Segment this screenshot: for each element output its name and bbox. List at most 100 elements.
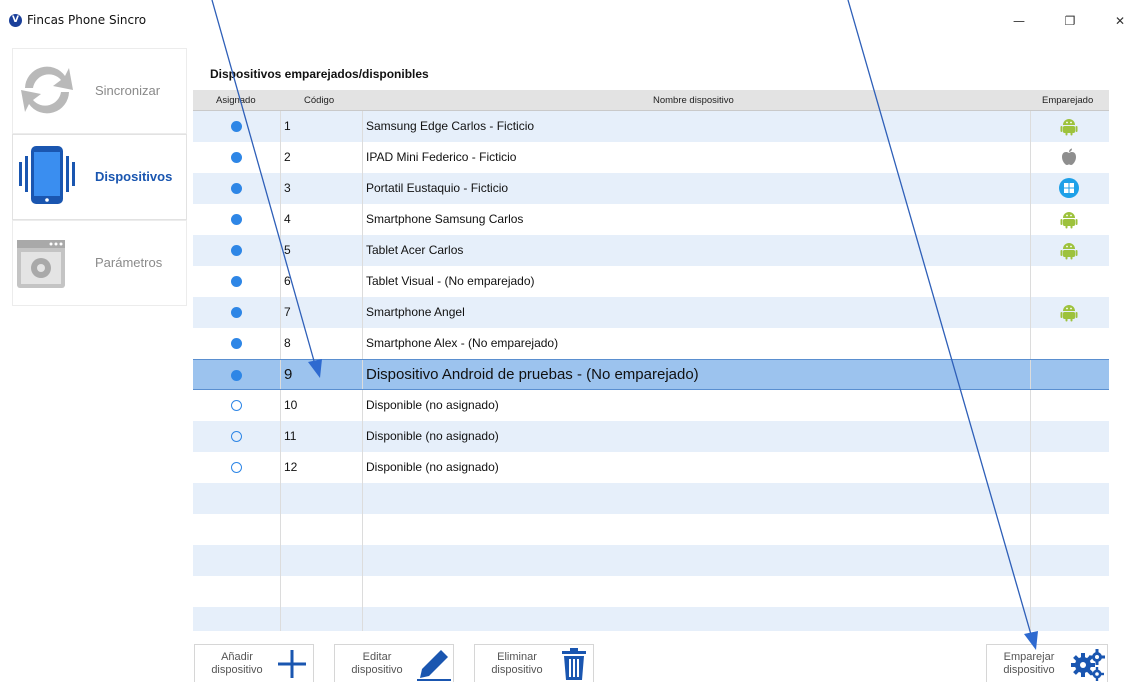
delete-device-button[interactable]: Eliminar dispositivo (474, 644, 594, 682)
column-divider (362, 545, 363, 576)
table-row[interactable]: 1 Samsung Edge Carlos - Ficticio (193, 111, 1109, 142)
device-name: Smartphone Angel (366, 305, 465, 319)
button-label-line2: dispositivo (1003, 664, 1055, 676)
assigned-dot-icon (231, 307, 242, 318)
table-row[interactable]: 10 Disponible (no asignado) (193, 390, 1109, 421)
column-header-code[interactable]: Código (304, 95, 334, 106)
device-name: Disponible (no asignado) (366, 429, 499, 443)
column-divider (1030, 328, 1031, 359)
device-name: Disponible (no asignado) (366, 398, 499, 412)
column-divider (1030, 483, 1031, 514)
device-name: Portatil Eustaquio - Ficticio (366, 181, 509, 195)
column-header-paired[interactable]: Emparejado (1042, 95, 1093, 106)
column-divider (362, 360, 363, 389)
sidebar-item-label: Sincronizar (95, 83, 161, 98)
device-name: Smartphone Samsung Carlos (366, 212, 524, 226)
column-divider (280, 297, 281, 328)
device-code: 3 (284, 181, 291, 195)
column-divider (280, 545, 281, 576)
column-divider (362, 235, 363, 266)
column-divider (362, 111, 363, 142)
empty-table-row (193, 607, 1109, 631)
table-row[interactable]: 12 Disponible (no asignado) (193, 452, 1109, 483)
assigned-dot-icon (231, 370, 242, 381)
button-label-line2: dispositivo (211, 664, 263, 676)
app-window: V Fincas Phone Sincro — ❐ ✕ Sincronizar (0, 0, 1137, 682)
table-row[interactable]: 8 Smartphone Alex - (No emparejado) (193, 328, 1109, 359)
table-row[interactable]: 7 Smartphone Angel (193, 297, 1109, 328)
assigned-dot-icon (231, 214, 242, 225)
table-row[interactable]: 4 Smartphone Samsung Carlos (193, 204, 1109, 235)
column-divider (1030, 266, 1031, 297)
device-code: 9 (284, 366, 293, 383)
empty-table-row (193, 514, 1109, 545)
column-divider (362, 607, 363, 631)
close-button[interactable]: ✕ (1105, 10, 1135, 32)
table-row[interactable]: 2 IPAD Mini Federico - Ficticio (193, 142, 1109, 173)
button-label: Emparejar dispositivo (997, 651, 1061, 677)
column-divider (280, 111, 281, 142)
android-icon (1060, 305, 1078, 322)
sidebar: Sincronizar Dispositivos Parámetros (12, 48, 187, 306)
button-label: Añadir dispositivo (205, 651, 269, 677)
device-name: Samsung Edge Carlos - Ficticio (366, 119, 535, 133)
minimize-button[interactable]: — (1004, 10, 1034, 32)
table-row[interactable]: 9 Dispositivo Android de pruebas - (No em… (193, 359, 1109, 390)
button-label: Eliminar dispositivo (485, 651, 549, 677)
trash-icon (562, 648, 586, 680)
table-row[interactable]: 6 Tablet Visual - (No emparejado) (193, 266, 1109, 297)
unassigned-dot-icon (231, 400, 242, 411)
column-divider (280, 204, 281, 235)
button-label-line1: Añadir (221, 651, 253, 663)
pair-device-button[interactable]: Emparejar dispositivo (986, 644, 1108, 682)
table-row[interactable]: 3 Portatil Eustaquio - Ficticio (193, 173, 1109, 204)
column-divider (1030, 421, 1031, 452)
column-divider (1030, 142, 1031, 173)
sidebar-item-label: Dispositivos (95, 169, 173, 184)
sidebar-item-sincronizar[interactable]: Sincronizar (12, 48, 187, 134)
column-header-assigned[interactable]: Asignado (216, 95, 256, 106)
device-code: 12 (284, 460, 298, 474)
device-code: 5 (284, 243, 291, 257)
pencil-icon (417, 650, 451, 681)
unassigned-dot-icon (231, 431, 242, 442)
sidebar-item-parametros[interactable]: Parámetros (12, 220, 187, 306)
column-divider (1030, 235, 1031, 266)
edit-device-button[interactable]: Editar dispositivo (334, 644, 454, 682)
device-code: 8 (284, 336, 291, 350)
window-title: Fincas Phone Sincro (27, 13, 147, 27)
column-divider (280, 142, 281, 173)
column-divider (362, 173, 363, 204)
column-divider (362, 328, 363, 359)
mobile-device-icon (19, 146, 75, 204)
column-divider (280, 421, 281, 452)
android-icon (1060, 243, 1078, 260)
gears-icon (1071, 649, 1105, 681)
apple-icon (1062, 148, 1076, 165)
table-row[interactable]: 11 Disponible (no asignado) (193, 421, 1109, 452)
empty-table-row (193, 545, 1109, 576)
title-bar: V Fincas Phone Sincro — ❐ ✕ (0, 0, 1137, 40)
sync-icon (21, 66, 73, 114)
button-label-line2: dispositivo (351, 664, 403, 676)
android-icon (1060, 119, 1078, 136)
column-divider (362, 576, 363, 607)
table-row[interactable]: 5 Tablet Acer Carlos (193, 235, 1109, 266)
column-divider (1030, 204, 1031, 235)
device-code: 10 (284, 398, 298, 412)
column-divider (280, 390, 281, 421)
devices-grid: Asignado Código Nombre dispositivo Empar… (193, 90, 1109, 631)
button-label-line1: Eliminar (497, 651, 537, 663)
assigned-dot-icon (231, 245, 242, 256)
column-divider (280, 360, 281, 389)
sidebar-item-dispositivos[interactable]: Dispositivos (12, 134, 187, 220)
restore-button[interactable]: ❐ (1055, 10, 1085, 32)
empty-table-row (193, 576, 1109, 607)
device-code: 2 (284, 150, 291, 164)
column-divider (280, 328, 281, 359)
assigned-dot-icon (231, 121, 242, 132)
add-device-button[interactable]: Añadir dispositivo (194, 644, 314, 682)
column-header-name[interactable]: Nombre dispositivo (653, 95, 734, 106)
column-divider (362, 483, 363, 514)
column-divider (280, 607, 281, 631)
